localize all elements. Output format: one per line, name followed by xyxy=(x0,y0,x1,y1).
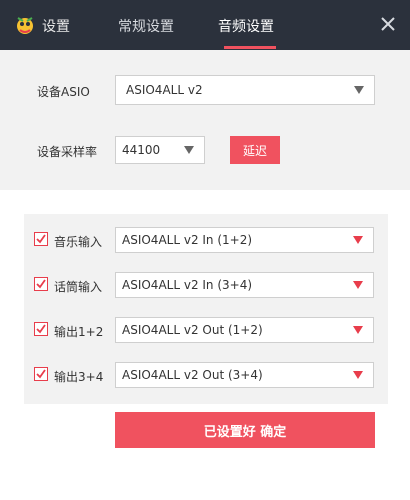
output-1-2-checkbox[interactable] xyxy=(34,322,48,336)
mic-input-checkbox[interactable] xyxy=(34,277,48,291)
active-tab-indicator xyxy=(224,46,276,49)
sample-rate-label: 设备采样率 xyxy=(37,145,98,159)
output-1-2-value: ASIO4ALL v2 Out (1+2) xyxy=(122,323,263,337)
tab-general-settings[interactable]: 常规设置 xyxy=(118,16,174,36)
music-input-label: 音乐输入 xyxy=(54,235,103,249)
asio-device-panel xyxy=(0,50,410,190)
chevron-down-icon xyxy=(353,326,363,334)
music-input-select[interactable]: ASIO4ALL v2 In (1+2) xyxy=(115,227,374,253)
tab-audio-settings[interactable]: 音频设置 xyxy=(218,16,274,36)
device-asio-label: 设备ASIO xyxy=(37,85,90,99)
chevron-down-icon xyxy=(184,146,194,154)
checkmark-icon xyxy=(36,234,46,244)
output-3-4-value: ASIO4ALL v2 Out (3+4) xyxy=(122,368,263,382)
mic-input-select[interactable]: ASIO4ALL v2 In (3+4) xyxy=(115,272,374,298)
chevron-down-icon xyxy=(353,236,363,244)
close-icon[interactable] xyxy=(378,14,398,34)
output-3-4-select[interactable]: ASIO4ALL v2 Out (3+4) xyxy=(115,362,374,388)
output-3-4-checkbox[interactable] xyxy=(34,367,48,381)
checkmark-icon xyxy=(36,324,46,334)
output-3-4-label: 输出3+4 xyxy=(54,370,104,384)
checkmark-icon xyxy=(36,279,46,289)
delay-button[interactable]: 延迟 xyxy=(230,136,280,164)
music-input-checkbox[interactable] xyxy=(34,232,48,246)
mic-input-value: ASIO4ALL v2 In (3+4) xyxy=(122,278,253,292)
confirm-button[interactable]: 已设置好 确定 xyxy=(115,412,375,448)
output-1-2-select[interactable]: ASIO4ALL v2 Out (1+2) xyxy=(115,317,374,343)
chevron-down-icon xyxy=(353,371,363,379)
sample-rate-select[interactable]: 44100 xyxy=(115,136,205,164)
checkmark-icon xyxy=(36,369,46,379)
music-input-value: ASIO4ALL v2 In (1+2) xyxy=(122,233,253,247)
device-asio-value: ASIO4ALL v2 xyxy=(126,83,203,97)
chevron-down-icon xyxy=(354,86,364,94)
app-logo-icon xyxy=(17,17,33,34)
device-asio-select[interactable]: ASIO4ALL v2 xyxy=(115,75,375,105)
app-title: 设置 xyxy=(42,19,70,35)
sample-rate-value: 44100 xyxy=(122,143,161,157)
title-bar: 设置 常规设置 音频设置 xyxy=(0,0,410,50)
output-1-2-label: 输出1+2 xyxy=(54,325,104,339)
mic-input-label: 话筒输入 xyxy=(54,280,103,294)
chevron-down-icon xyxy=(353,281,363,289)
